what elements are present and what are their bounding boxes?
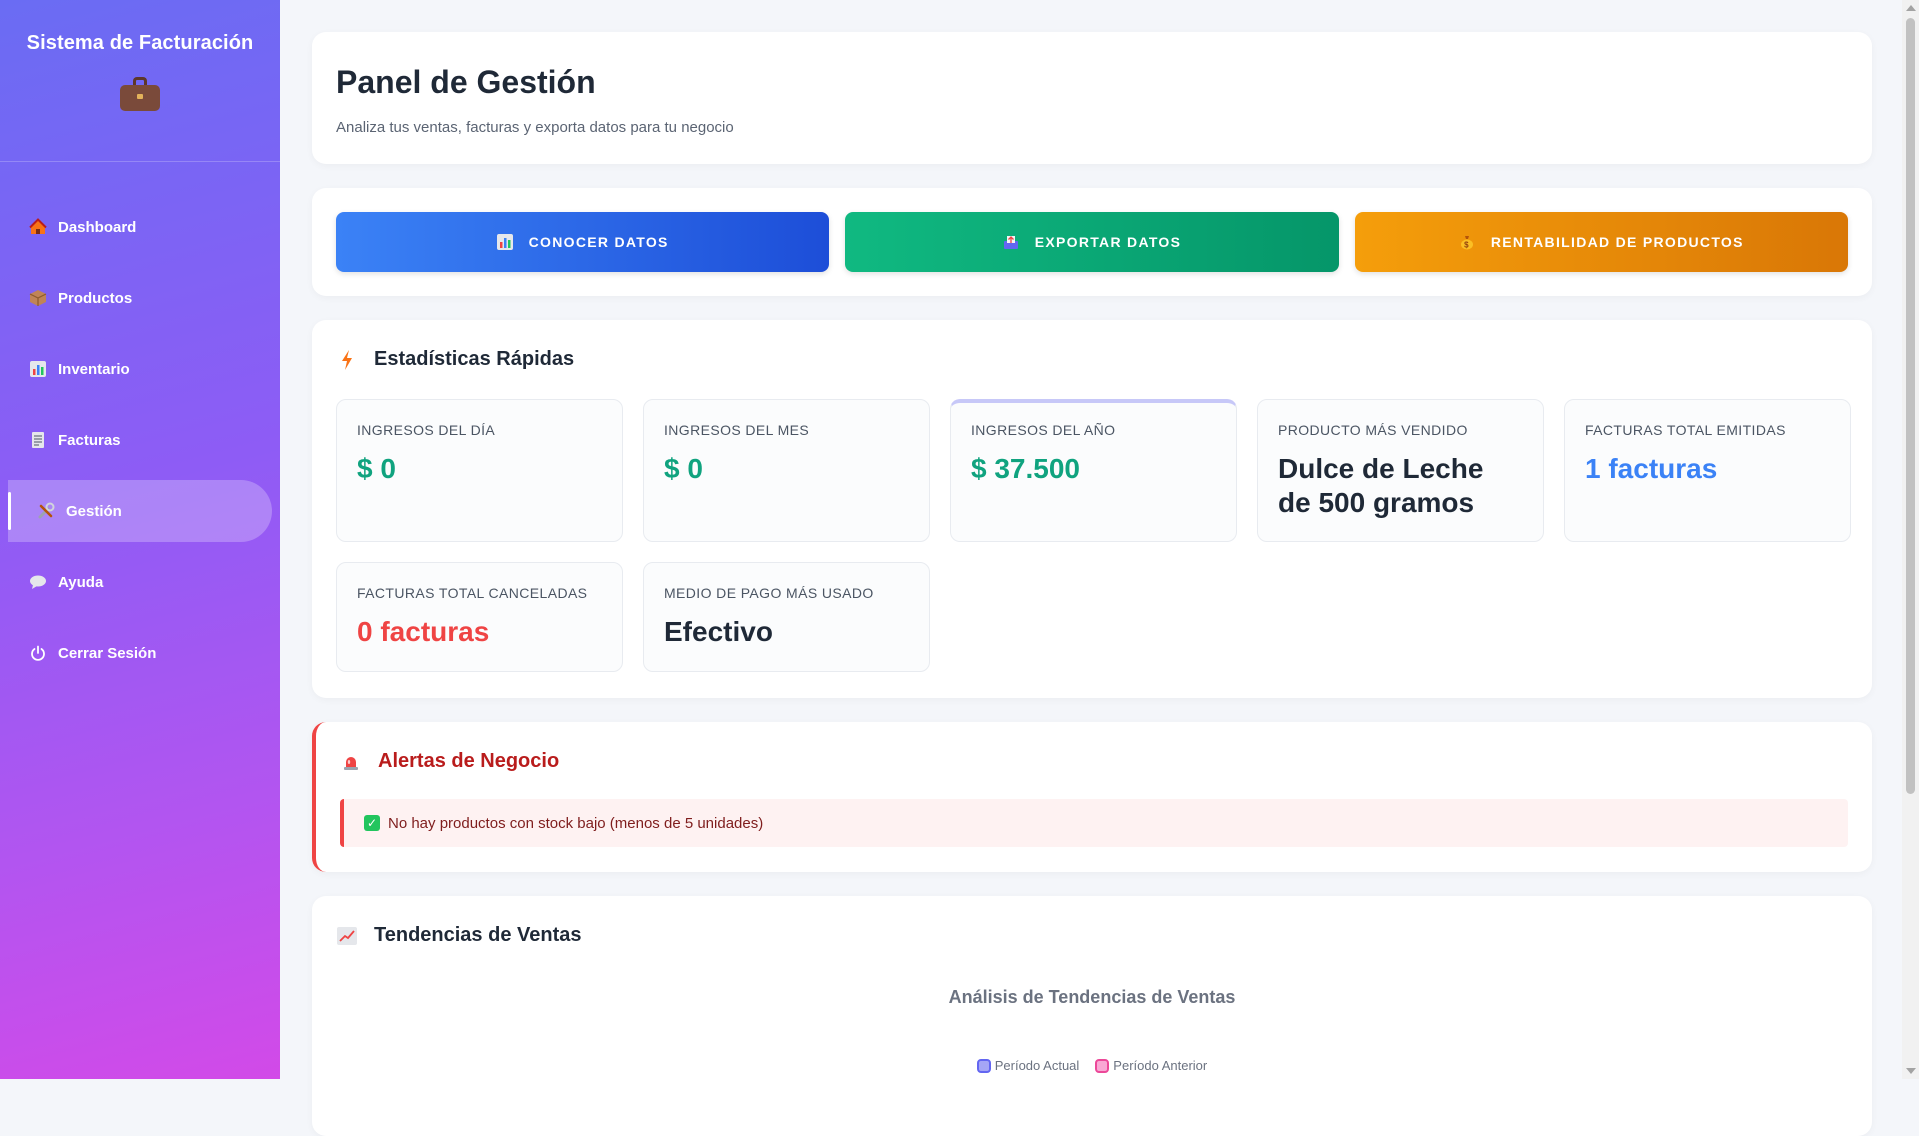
exportar-datos-button[interactable]: EXPORTAR DATOS (845, 212, 1339, 272)
stat-label: Producto Más Vendido (1278, 422, 1468, 438)
page-subtitle: Analiza tus ventas, facturas y exporta d… (336, 119, 734, 136)
stat-value: 1 facturas (1585, 453, 1718, 484)
business-alerts-card: Alertas de Negocio ✓ No hay productos co… (312, 722, 1872, 872)
sidebar-header: Sistema de Facturación (0, 0, 280, 162)
siren-icon (340, 751, 362, 773)
stats-grid: Ingresos del Día $ 0 Ingresos del Mes $ … (336, 399, 1851, 672)
legend-label: Período Anterior (1113, 1058, 1208, 1073)
receipt-icon (28, 430, 48, 450)
app-title: Sistema de Facturación (26, 32, 254, 54)
rentabilidad-productos-button[interactable]: $ RENTABILIDAD DE PRODUCTOS (1354, 212, 1848, 272)
stat-value: Efectivo (664, 616, 773, 647)
legend-item-periodo-anterior[interactable]: Período Anterior (1095, 1058, 1207, 1073)
section-header: Alertas de Negocio (340, 750, 1848, 773)
button-label: EXPORTAR DATOS (1034, 234, 1182, 250)
sales-trends-card: Tendencias de Ventas Análisis de Tendenc… (312, 896, 1872, 1136)
money-bag-icon: $ (1459, 234, 1475, 250)
briefcase-icon (120, 77, 160, 111)
quick-stats-card: Estadísticas Rápidas Ingresos del Día $ … (312, 320, 1872, 698)
stat-card-facturas-emitidas: Facturas Total Emitidas 1 facturas (1564, 399, 1851, 542)
stat-value: 0 facturas (357, 616, 490, 647)
sidebar-item-inventario[interactable]: Inventario (8, 338, 272, 400)
stat-card-producto-mas-vendido: Producto Más Vendido Dulce de Leche de 5… (1257, 399, 1544, 542)
stat-value: Dulce de Leche de 500 gramos (1278, 453, 1484, 518)
sidebar-item-label: Dashboard (58, 218, 137, 236)
stat-value: $ 0 (357, 453, 396, 484)
sidebar-item-label: Facturas (58, 431, 121, 449)
legend-swatch (976, 1058, 991, 1073)
stat-card-ingresos-ano: Ingresos del Año $ 37.500 (950, 399, 1237, 542)
section-title: Estadísticas Rápidas (374, 348, 575, 370)
alert-text: No hay productos con stock bajo (menos d… (388, 814, 764, 832)
stat-label: Facturas Total Emitidas (1585, 422, 1786, 438)
button-label: RENTABILIDAD DE PRODUCTOS (1490, 234, 1744, 250)
scroll-thumb[interactable] (1906, 18, 1915, 794)
package-icon (28, 288, 48, 308)
sidebar-item-productos[interactable]: Productos (8, 267, 272, 329)
sidebar: Sistema de Facturación Dashboard Product… (0, 0, 280, 1079)
legend-item-periodo-actual[interactable]: Período Actual (976, 1058, 1080, 1073)
sidebar-item-label: Ayuda (58, 573, 104, 591)
stat-label: Ingresos del Día (357, 422, 496, 438)
sidebar-item-gestion[interactable]: Gestión (8, 480, 272, 542)
house-icon (28, 217, 48, 237)
legend-swatch (1095, 1058, 1110, 1073)
check-icon: ✓ (364, 815, 380, 831)
lightning-icon (336, 349, 358, 371)
actions-card: CONOCER DATOS EXPORTAR DATOS $ RENTABILI… (312, 188, 1872, 296)
power-icon (28, 643, 48, 663)
stat-card-ingresos-mes: Ingresos del Mes $ 0 (643, 399, 930, 542)
sidebar-nav: Dashboard Productos Inventario Facturas … (0, 196, 280, 693)
legend-label: Período Actual (994, 1058, 1080, 1073)
scroll-up-arrow-icon[interactable] (1906, 5, 1916, 11)
stat-value: $ 37.500 (971, 453, 1080, 484)
sidebar-item-ayuda[interactable]: Ayuda (8, 551, 272, 613)
sidebar-item-label: Inventario (58, 360, 130, 378)
stat-card-medio-pago: Medio de Pago Más Usado Efectivo (643, 562, 930, 672)
page-scrollbar[interactable] (1902, 0, 1919, 1079)
stat-label: Ingresos del Año (971, 422, 1116, 438)
trend-chart-icon (336, 925, 358, 947)
scroll-down-arrow-icon[interactable] (1906, 1068, 1916, 1074)
section-header: Estadísticas Rápidas (336, 348, 1848, 371)
bar-chart-icon (28, 359, 48, 379)
stat-label: Medio de Pago Más Usado (664, 585, 874, 601)
chart-title: Análisis de Tendencias de Ventas (948, 987, 1236, 1007)
sidebar-item-label: Productos (58, 289, 133, 307)
outbox-icon (1003, 234, 1019, 250)
stat-value: $ 0 (664, 453, 703, 484)
svg-text:$: $ (1464, 241, 1470, 250)
button-label: CONOCER DATOS (528, 234, 669, 250)
conocer-datos-button[interactable]: CONOCER DATOS (336, 212, 830, 272)
stat-label: Ingresos del Mes (664, 422, 810, 438)
section-title: Alertas de Negocio (378, 750, 560, 772)
main-content: Panel de Gestión Analiza tus ventas, fac… (312, 32, 1872, 1136)
sidebar-item-dashboard[interactable]: Dashboard (8, 196, 272, 258)
sidebar-item-label: Cerrar Sesión (58, 644, 157, 662)
speech-bubble-icon (28, 572, 48, 592)
chart-icon (496, 234, 513, 250)
stat-label: Facturas Total Canceladas (357, 585, 588, 601)
header-card: Panel de Gestión Analiza tus ventas, fac… (312, 32, 1872, 164)
tools-icon (36, 501, 56, 521)
sidebar-item-cerrar-sesion[interactable]: Cerrar Sesión (8, 622, 272, 684)
section-title: Tendencias de Ventas (374, 924, 582, 946)
stat-card-ingresos-dia: Ingresos del Día $ 0 (336, 399, 623, 542)
sidebar-item-label: Gestión (66, 502, 122, 520)
alert-message: ✓ No hay productos con stock bajo (menos… (340, 799, 1848, 847)
chart-legend: Período Actual Período Anterior (336, 1058, 1848, 1073)
section-header: Tendencias de Ventas (336, 924, 1848, 947)
stat-card-facturas-canceladas: Facturas Total Canceladas 0 facturas (336, 562, 623, 672)
sidebar-item-facturas[interactable]: Facturas (8, 409, 272, 471)
page-title: Panel de Gestión (336, 64, 596, 100)
